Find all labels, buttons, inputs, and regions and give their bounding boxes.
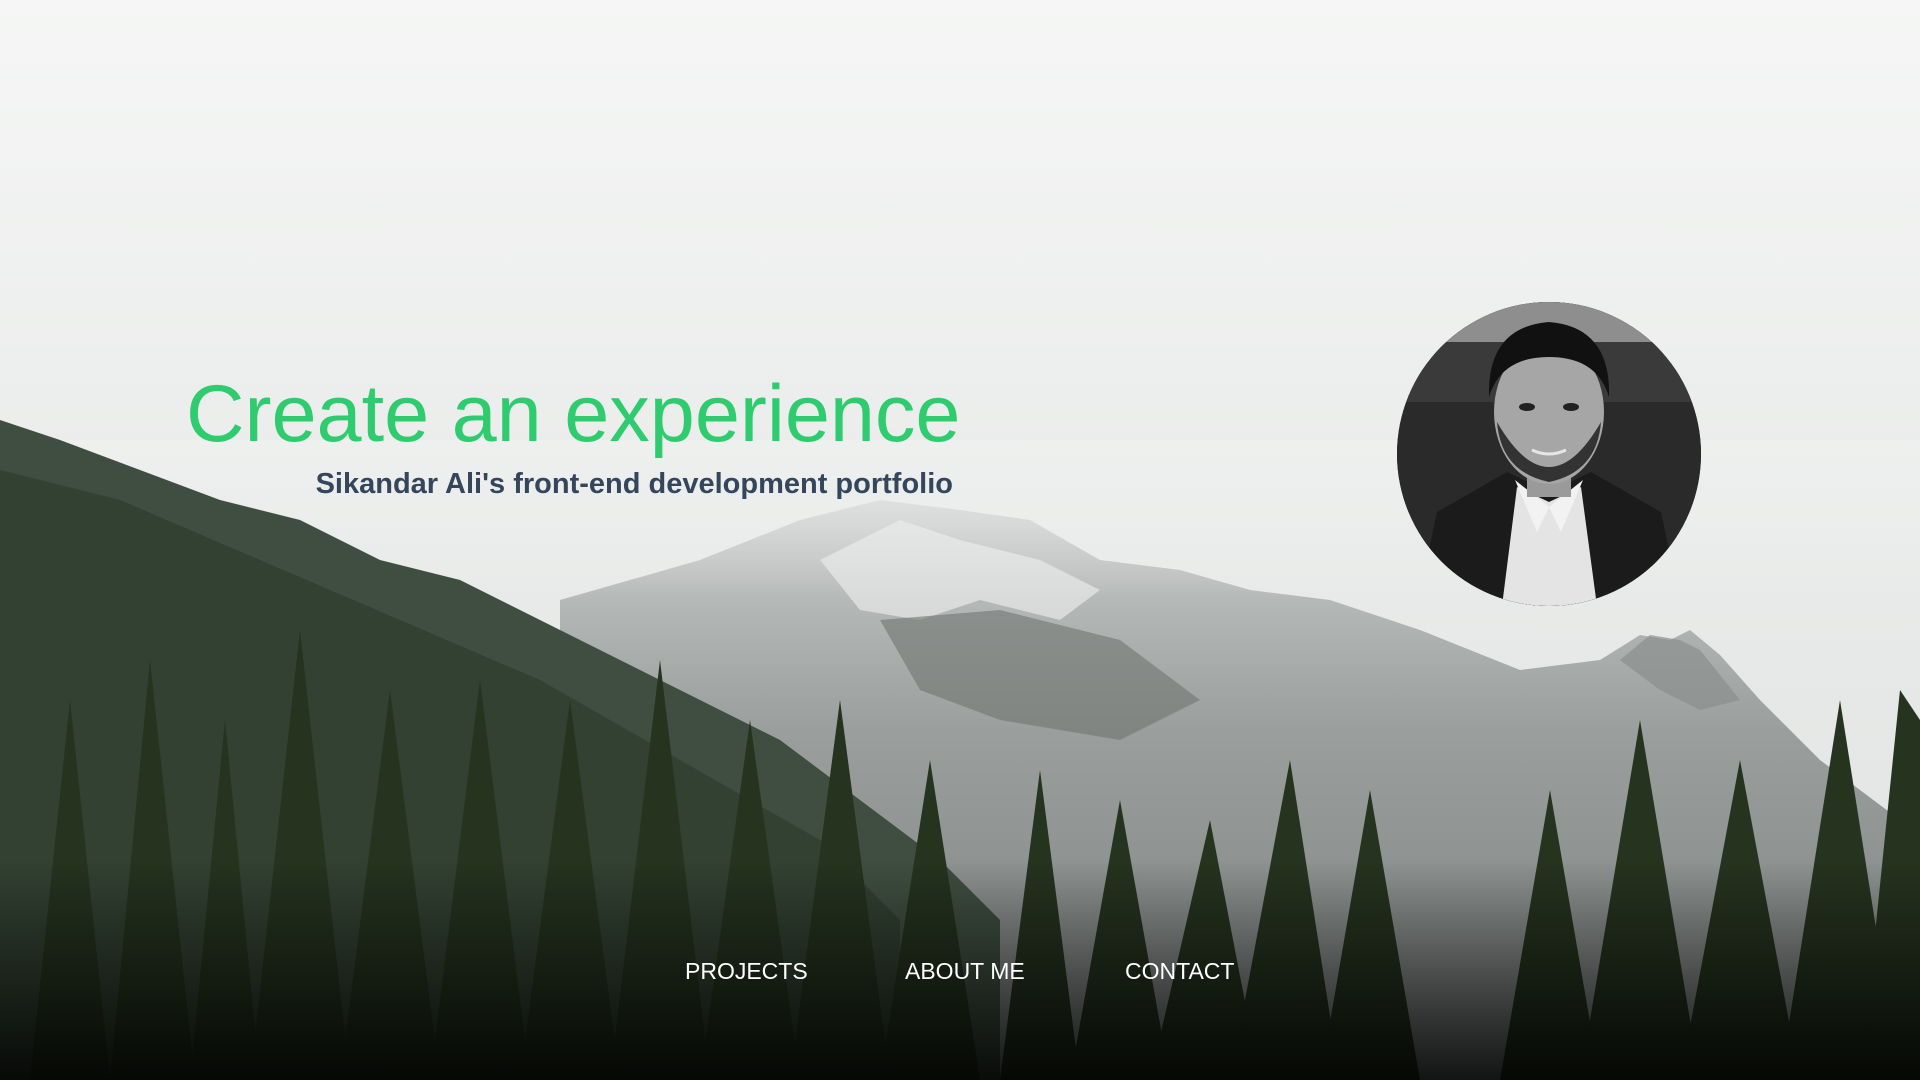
main-nav: PROJECTS ABOUT ME CONTACT [0, 960, 1920, 990]
profile-avatar [1397, 302, 1701, 606]
page: Create an experience Sikandar Ali's fron… [0, 0, 1920, 1080]
nav-link-contact[interactable]: CONTACT [1125, 960, 1234, 983]
nav-link-projects[interactable]: PROJECTS [685, 960, 808, 983]
hero-subtitle: Sikandar Ali's front-end development por… [315, 468, 953, 500]
hero-title: Create an experience [186, 369, 961, 459]
nav-link-about-me[interactable]: ABOUT ME [905, 960, 1025, 983]
